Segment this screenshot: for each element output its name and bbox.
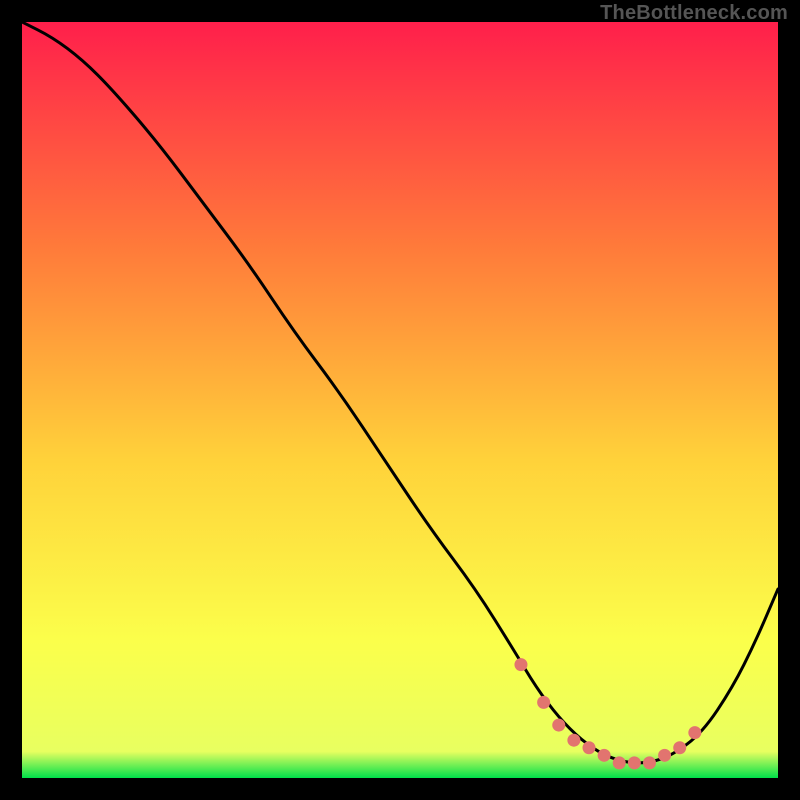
watermark-text: TheBottleneck.com — [600, 2, 788, 25]
highlight-dot — [537, 696, 550, 709]
gradient-background — [22, 22, 778, 778]
highlight-dot — [688, 726, 701, 739]
plot-area — [22, 22, 778, 778]
highlight-dot — [583, 741, 596, 754]
highlight-dot — [628, 756, 641, 769]
highlight-dot — [552, 719, 565, 732]
highlight-dot — [514, 658, 527, 671]
highlight-dot — [673, 741, 686, 754]
highlight-dot — [598, 749, 611, 762]
chart-svg — [22, 22, 778, 778]
chart-frame: TheBottleneck.com — [0, 0, 800, 800]
highlight-dot — [567, 734, 580, 747]
highlight-dot — [658, 749, 671, 762]
highlight-dot — [613, 756, 626, 769]
highlight-dot — [643, 756, 656, 769]
